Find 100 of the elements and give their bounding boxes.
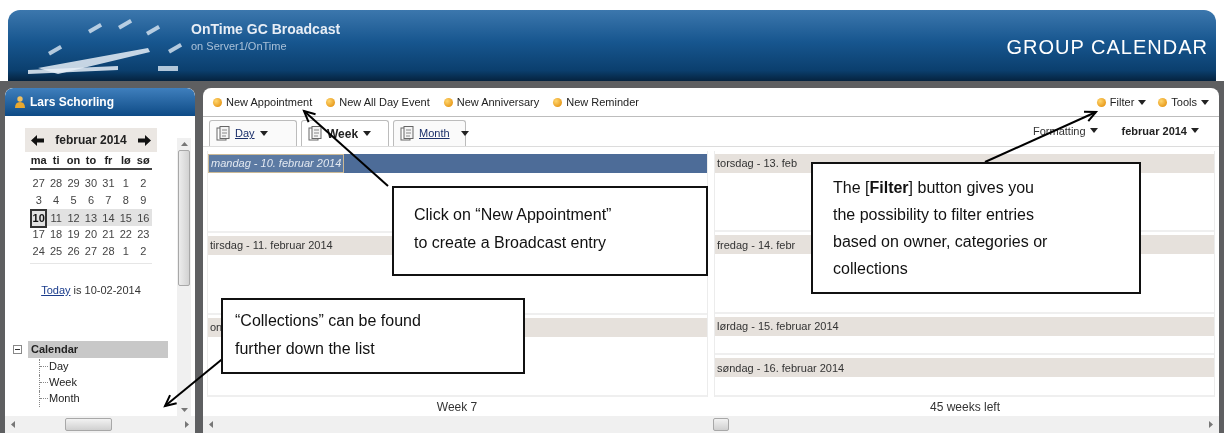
date-cell[interactable]: 6 xyxy=(82,193,100,208)
date-cell[interactable]: 17 xyxy=(30,227,48,242)
horizontal-scrollbar[interactable] xyxy=(5,416,195,433)
date-cell[interactable]: 3 xyxy=(30,193,48,208)
date-cell[interactable]: 18 xyxy=(47,227,65,242)
date-cell[interactable]: 5 xyxy=(64,193,83,208)
date-cell[interactable]: 28 xyxy=(99,244,118,259)
weekday-label: ti xyxy=(51,153,61,168)
weekday-label: to xyxy=(84,153,98,168)
toolbar-button[interactable]: New Appointment xyxy=(213,93,313,111)
date-cell[interactable]: 30 xyxy=(82,176,100,191)
date-cell[interactable]: 19 xyxy=(64,227,83,242)
bullet-icon xyxy=(553,97,563,107)
toolbar-button[interactable]: Filter xyxy=(1096,93,1147,111)
caret-icon xyxy=(1201,99,1209,105)
weekday-label: lø xyxy=(119,153,132,168)
today-link[interactable]: Today xyxy=(41,284,71,296)
collapse-icon[interactable] xyxy=(13,345,22,354)
date-cell[interactable]: 7 xyxy=(99,193,118,208)
date-cell[interactable]: 2 xyxy=(134,176,152,191)
date-cell[interactable]: 9 xyxy=(134,193,152,208)
date-cell[interactable]: 31 xyxy=(99,176,118,191)
date-cell[interactable]: 8 xyxy=(117,193,135,208)
date-cell[interactable]: 16 xyxy=(134,211,152,226)
weekday-label: fr xyxy=(103,153,114,168)
period-menu[interactable]: februar 2014 xyxy=(1121,122,1199,139)
caret-icon xyxy=(1191,128,1199,134)
scroll-right-icon[interactable] xyxy=(1209,421,1213,428)
date-cell[interactable]: 25 xyxy=(47,244,65,259)
toolbar-button[interactable]: New Anniversary xyxy=(443,93,540,111)
today-text: Today is 10-02-2014 xyxy=(40,283,142,298)
date-cell[interactable]: 27 xyxy=(82,244,100,259)
week-label: Week 7 xyxy=(435,398,479,416)
scroll-down-icon[interactable] xyxy=(180,408,188,412)
date-cell[interactable]: 27 xyxy=(30,176,48,191)
bullet-icon xyxy=(213,97,222,107)
callout-tooltip: “Collections” can be found further down the list xyxy=(221,298,525,374)
date-cell[interactable]: 13 xyxy=(82,211,100,226)
toolbar-button[interactable]: New Reminder xyxy=(553,93,639,111)
date-cell[interactable]: 2 xyxy=(134,244,152,259)
bullet-icon xyxy=(1096,97,1106,107)
date-cell[interactable]: 12 xyxy=(64,211,83,226)
date-cell[interactable]: 1 xyxy=(117,244,135,259)
week-row[interactable]: 3 4 5 6 7 8 9 xyxy=(30,192,152,209)
tree-item[interactable]: Calendar xyxy=(28,341,168,358)
horizontal-scrollbar[interactable] xyxy=(203,416,1219,433)
date-cell[interactable]: 24 xyxy=(30,244,48,259)
calendar-icon xyxy=(216,126,230,141)
week-row[interactable]: 17 18 19 20 21 22 23 xyxy=(30,226,152,243)
caret-icon xyxy=(1089,128,1098,134)
app-subtitle: on Server1/OnTime xyxy=(191,39,288,54)
date-cell[interactable]: 20 xyxy=(82,227,100,242)
month-label: februar 2014 xyxy=(55,132,127,149)
selected-week-row[interactable]: 10 11 12 13 14 15 16 xyxy=(30,209,152,226)
scroll-right-icon[interactable] xyxy=(185,421,189,428)
date-cell[interactable]: 26 xyxy=(64,244,83,259)
date-cell[interactable]: 21 xyxy=(99,227,118,242)
week-row[interactable]: 24 25 26 27 28 1 2 xyxy=(30,243,152,260)
view-tab[interactable]: Day xyxy=(209,120,297,146)
tree-item[interactable]: Month xyxy=(48,390,80,407)
caret-icon xyxy=(363,131,372,136)
scrollbar-thumb[interactable] xyxy=(178,150,190,286)
scroll-left-icon[interactable] xyxy=(209,421,213,428)
date-cell[interactable]: 11 xyxy=(47,211,65,226)
day-header[interactable]: mandag - 10. februar 2014 xyxy=(208,154,707,173)
scrollbar-thumb[interactable] xyxy=(713,418,729,431)
date-cell[interactable]: 22 xyxy=(117,227,135,242)
date-cell[interactable]: 1 xyxy=(117,176,135,191)
product-logo: GROUP CALENDAR xyxy=(1006,34,1208,60)
calendar-icon xyxy=(308,126,322,141)
toolbar-button[interactable]: Tools xyxy=(1158,93,1209,111)
caret-icon xyxy=(1138,99,1147,105)
date-cell[interactable]: 4 xyxy=(47,193,65,208)
view-tab[interactable]: Month xyxy=(393,120,466,146)
calendar-icon xyxy=(400,126,414,141)
scroll-up-icon[interactable] xyxy=(180,142,188,146)
date-cell[interactable]: 14 xyxy=(99,211,118,226)
weekday-label: ma xyxy=(30,153,48,168)
day-header[interactable]: søndag - 16. februar 2014 xyxy=(715,358,1214,378)
date-cell[interactable]: 15 xyxy=(117,211,135,226)
scroll-left-icon[interactable] xyxy=(11,421,15,428)
week-row[interactable]: 27 28 29 30 31 1 2 xyxy=(30,175,152,192)
date-cell[interactable]: 10 xyxy=(30,209,48,228)
tree-item[interactable]: Day xyxy=(48,358,69,375)
day-header[interactable]: lørdag - 15. februar 2014 xyxy=(715,316,1214,336)
toolbar-button[interactable]: New All Day Event xyxy=(326,93,430,111)
bullet-icon xyxy=(326,97,336,107)
arrow-right-icon[interactable] xyxy=(138,134,151,146)
bullet-icon xyxy=(443,97,453,107)
bullet-icon xyxy=(1158,97,1168,107)
scrollbar-thumb[interactable] xyxy=(65,418,112,431)
date-cell[interactable]: 29 xyxy=(64,176,83,191)
date-cell[interactable]: 28 xyxy=(47,176,65,191)
weekday-label: sø xyxy=(135,153,151,168)
date-cell[interactable]: 23 xyxy=(134,227,152,242)
caret-icon xyxy=(460,131,469,136)
tree-item[interactable]: Week xyxy=(48,374,77,391)
vertical-scrollbar[interactable] xyxy=(177,138,191,416)
arrow-left-icon[interactable] xyxy=(31,134,44,146)
person-icon xyxy=(15,96,25,108)
